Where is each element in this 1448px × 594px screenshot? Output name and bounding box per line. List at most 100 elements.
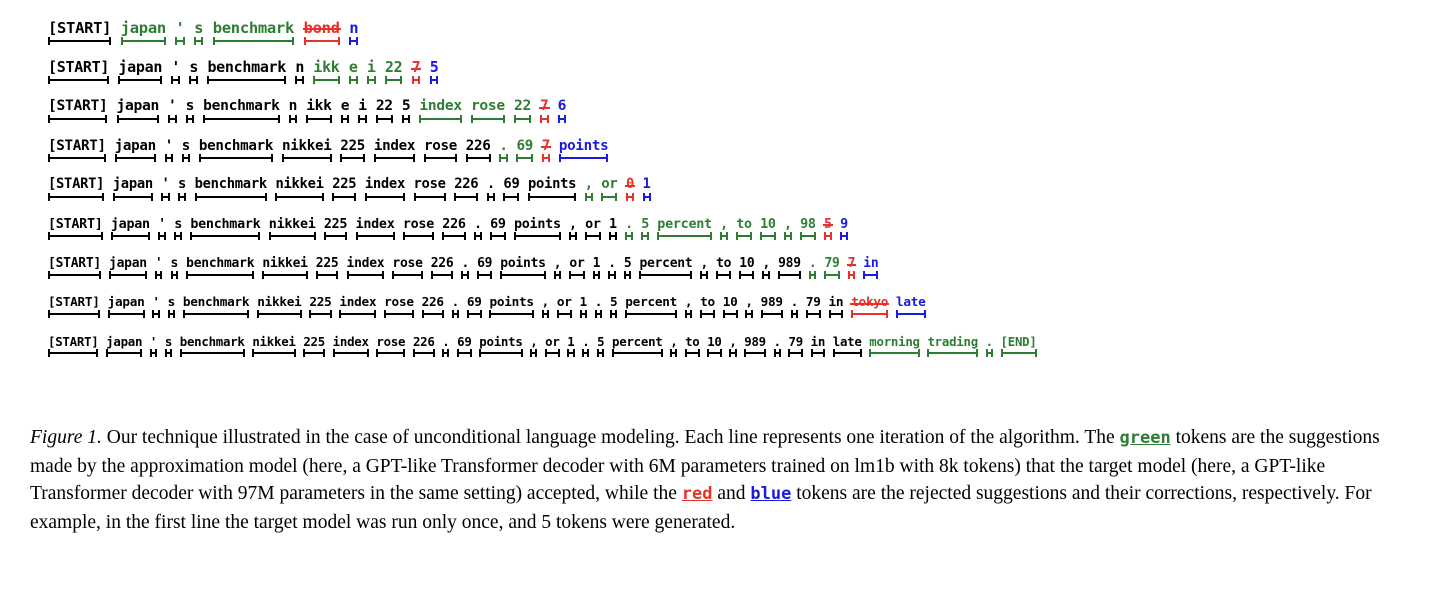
token-bracket-right-tick [196,76,199,84]
token: morning [869,335,921,357]
token-text: rose [423,137,457,154]
token: 69 [516,139,533,162]
token-text: to [736,216,752,232]
token-bracket-right-tick [436,76,439,84]
token-text: . [625,216,633,232]
token: 69 [457,335,473,357]
token: 225 [309,296,332,318]
token-bracket-left-tick [810,349,813,357]
token-bracket-left-tick [413,193,416,201]
token-text: index [364,176,405,193]
token-bracket-left-tick [152,310,155,318]
token-text: s [181,137,191,154]
token-text: in [863,256,879,271]
token: late [895,296,926,318]
token-text: 989 [760,294,783,310]
token-text: to [700,294,715,310]
token-text: e [348,58,358,76]
token-bracket-right-tick [569,310,572,318]
token-bracket-right-tick [264,193,267,201]
token-bracket-left-tick [851,310,854,318]
token-text: rose [376,333,406,349]
token-bracket-left-tick [773,349,776,357]
token-bracket-left-tick [442,232,445,240]
token-text: 9 [840,216,848,232]
token-bracket-left-tick [185,115,188,123]
token-bracket-right-tick [778,349,781,357]
token-text: . [499,137,508,154]
token-bracket-left-tick [584,193,587,201]
token-bracket-left-tick [120,37,123,45]
token-bracket-left-tick [490,232,493,240]
token-text: 5 [597,333,605,349]
token: japan [114,139,157,162]
token: percent [625,296,677,318]
token-text: 10 [739,256,755,271]
token-text: 7 [846,256,856,271]
token: 5 [641,217,649,240]
token-bracket-left-tick [601,193,604,201]
token: , [745,296,754,318]
token-text: i [358,97,367,115]
token-bracket-left-tick [332,349,335,357]
token: points [528,177,576,201]
token-bracket-left-tick [707,349,710,357]
token-text: or [556,294,572,310]
token-bracket-left-tick [985,349,988,357]
token-bracket-left-tick [309,310,312,318]
token-bracket-left-tick [323,232,326,240]
token-text: 7 [410,58,422,76]
token-bracket-left-tick [203,115,206,123]
token-bracket-left-tick [182,310,185,318]
token-bracket-left-tick [429,76,432,84]
token-bracket-left-tick [824,232,827,240]
token-text: 22 [513,97,531,115]
token: 226 [430,257,454,279]
token-bracket-left-tick [340,154,343,162]
token-bracket-right-tick [140,349,143,357]
token-bracket-right-tick [102,193,105,201]
token-bracket-left-tick [48,193,50,201]
token-bracket-left-tick [392,271,395,279]
token-text: tokyo [850,294,890,310]
token-text: points [513,216,561,232]
token: japan [106,335,143,357]
token-bracket-right-tick [543,271,546,279]
token: rose [392,257,423,279]
token-text: 69 [477,256,493,271]
token-text: nikkei [275,176,324,193]
token-bracket-left-tick [657,232,660,240]
token: 225 [323,217,348,240]
token-bracket-right-tick [531,310,534,318]
token-bracket-right-tick [712,310,715,318]
token-bracket-right-tick [355,76,358,84]
token: 69 [477,256,493,279]
token-bracket-left-tick [112,193,115,201]
token-bracket-right-tick [752,271,755,279]
token-bracket-left-tick [625,232,628,240]
token: [START] [48,20,111,45]
token-bracket-right-tick [773,232,776,240]
token-bracket-right-tick [252,271,255,279]
caption-keyword-blue: blue [750,484,792,504]
token-bracket-right-tick [606,154,609,162]
token: . [625,216,633,240]
token-bracket-left-tick [808,271,811,279]
token-bracket-left-tick [411,76,414,84]
token-bracket-left-tick [824,271,827,279]
token-bracket-left-tick [161,193,164,201]
token-text: 22 [384,58,403,76]
token: ' [161,177,170,201]
token-bracket-right-tick [160,76,163,84]
token: rose [413,177,446,201]
token: benchmark [179,335,245,357]
token-bracket-right-tick [841,310,844,318]
token-bracket-left-tick [805,310,808,318]
token-bracket-right-tick [337,37,340,45]
token: e [340,99,349,123]
token-row-2: [START] japan ' s benchmark n ikk e i 22 7 5 [0,45,1448,84]
token: 0 [624,177,636,201]
token-bracket-left-tick [114,154,117,162]
token-bracket-left-tick [778,271,781,279]
token: [START] [48,139,106,162]
